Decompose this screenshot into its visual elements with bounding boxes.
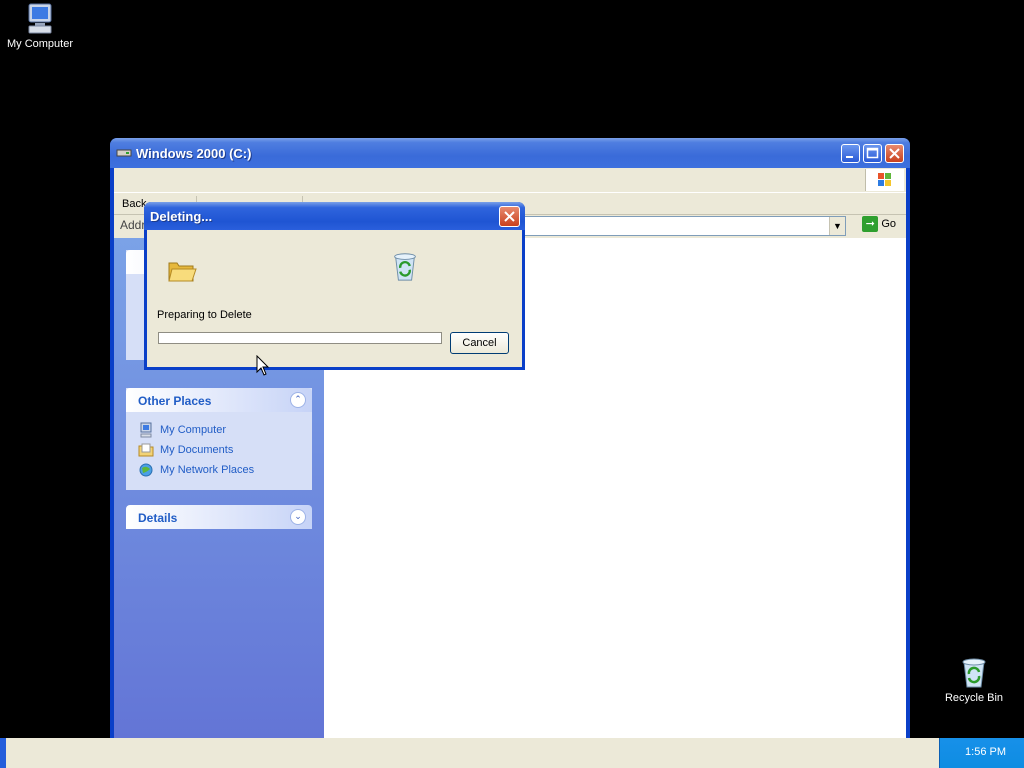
window-title: Windows 2000 (C:): [136, 146, 252, 161]
details-title: Details: [138, 511, 178, 525]
place-link-my-computer[interactable]: My Computer: [126, 420, 312, 440]
maximize-icon: [866, 147, 879, 159]
recycle-bin-icon: [962, 658, 986, 688]
details-panel: Details ⌄: [126, 505, 312, 529]
mouse-cursor-icon: [256, 355, 270, 376]
minimize-button[interactable]: [841, 144, 860, 163]
minimize-icon: [846, 156, 853, 158]
desktop-icon-recycle-bin[interactable]: Recycle Bin: [934, 654, 1014, 704]
go-button[interactable]: ➞ Go: [862, 216, 896, 232]
back-button[interactable]: Back: [122, 198, 146, 210]
dialog-title: Deleting...: [150, 209, 213, 224]
desktop-icon-my-computer[interactable]: My Computer: [0, 2, 80, 50]
my-computer-icon: [28, 3, 52, 34]
delete-status-text: Preparing to Delete: [157, 309, 252, 321]
deleting-dialog: Deleting... Preparing to Delete Cancel: [144, 202, 525, 370]
cancel-button[interactable]: Cancel: [450, 332, 509, 354]
desktop-icon-label: Recycle Bin: [944, 692, 1004, 704]
close-icon: [504, 211, 515, 222]
expand-chevron-icon[interactable]: ⌄: [290, 509, 306, 525]
maximize-button[interactable]: [863, 144, 882, 163]
go-label: Go: [881, 217, 896, 230]
place-link-network-places[interactable]: My Network Places: [126, 460, 312, 480]
close-button[interactable]: [885, 144, 904, 163]
collapse-chevron-icon[interactable]: ⌃: [290, 392, 306, 408]
place-link-label: My Network Places: [160, 464, 255, 476]
delete-progress-bar: [158, 332, 442, 344]
dialog-close-button[interactable]: [499, 206, 520, 227]
address-dropdown-button[interactable]: ▼: [829, 217, 845, 235]
folder-icon: [168, 262, 197, 282]
my-computer-icon: [140, 422, 152, 438]
system-tray: 1:56 PM: [939, 738, 1024, 768]
recycle-bin-icon: [394, 253, 416, 281]
other-places-panel: Other Places ⌃ My Computer My Documents: [126, 388, 312, 490]
go-arrow-icon: ➞: [862, 216, 879, 232]
dialog-titlebar[interactable]: Deleting...: [144, 202, 525, 230]
place-link-label: My Computer: [160, 424, 227, 436]
close-icon: [889, 148, 900, 159]
taskbar-clock[interactable]: 1:56 PM: [965, 746, 1006, 758]
network-places-icon: [139, 463, 153, 477]
menu-bar: [114, 168, 906, 193]
drive-icon: [116, 149, 132, 157]
windows-logo: [865, 169, 904, 191]
other-places-title: Other Places: [138, 394, 212, 408]
place-link-my-documents[interactable]: My Documents: [126, 440, 312, 460]
windows-flag-icon: [878, 173, 891, 186]
window-titlebar[interactable]: Windows 2000 (C:): [110, 138, 910, 168]
start-button-edge[interactable]: [0, 738, 6, 768]
taskbar: 1:56 PM: [0, 738, 1024, 768]
dialog-body: Preparing to Delete Cancel: [147, 230, 522, 367]
place-link-label: My Documents: [160, 444, 234, 456]
my-documents-icon: [138, 443, 154, 457]
other-places-header[interactable]: Other Places ⌃: [126, 388, 312, 412]
details-header[interactable]: Details ⌄: [126, 505, 312, 529]
desktop-icon-label: My Computer: [6, 38, 74, 50]
